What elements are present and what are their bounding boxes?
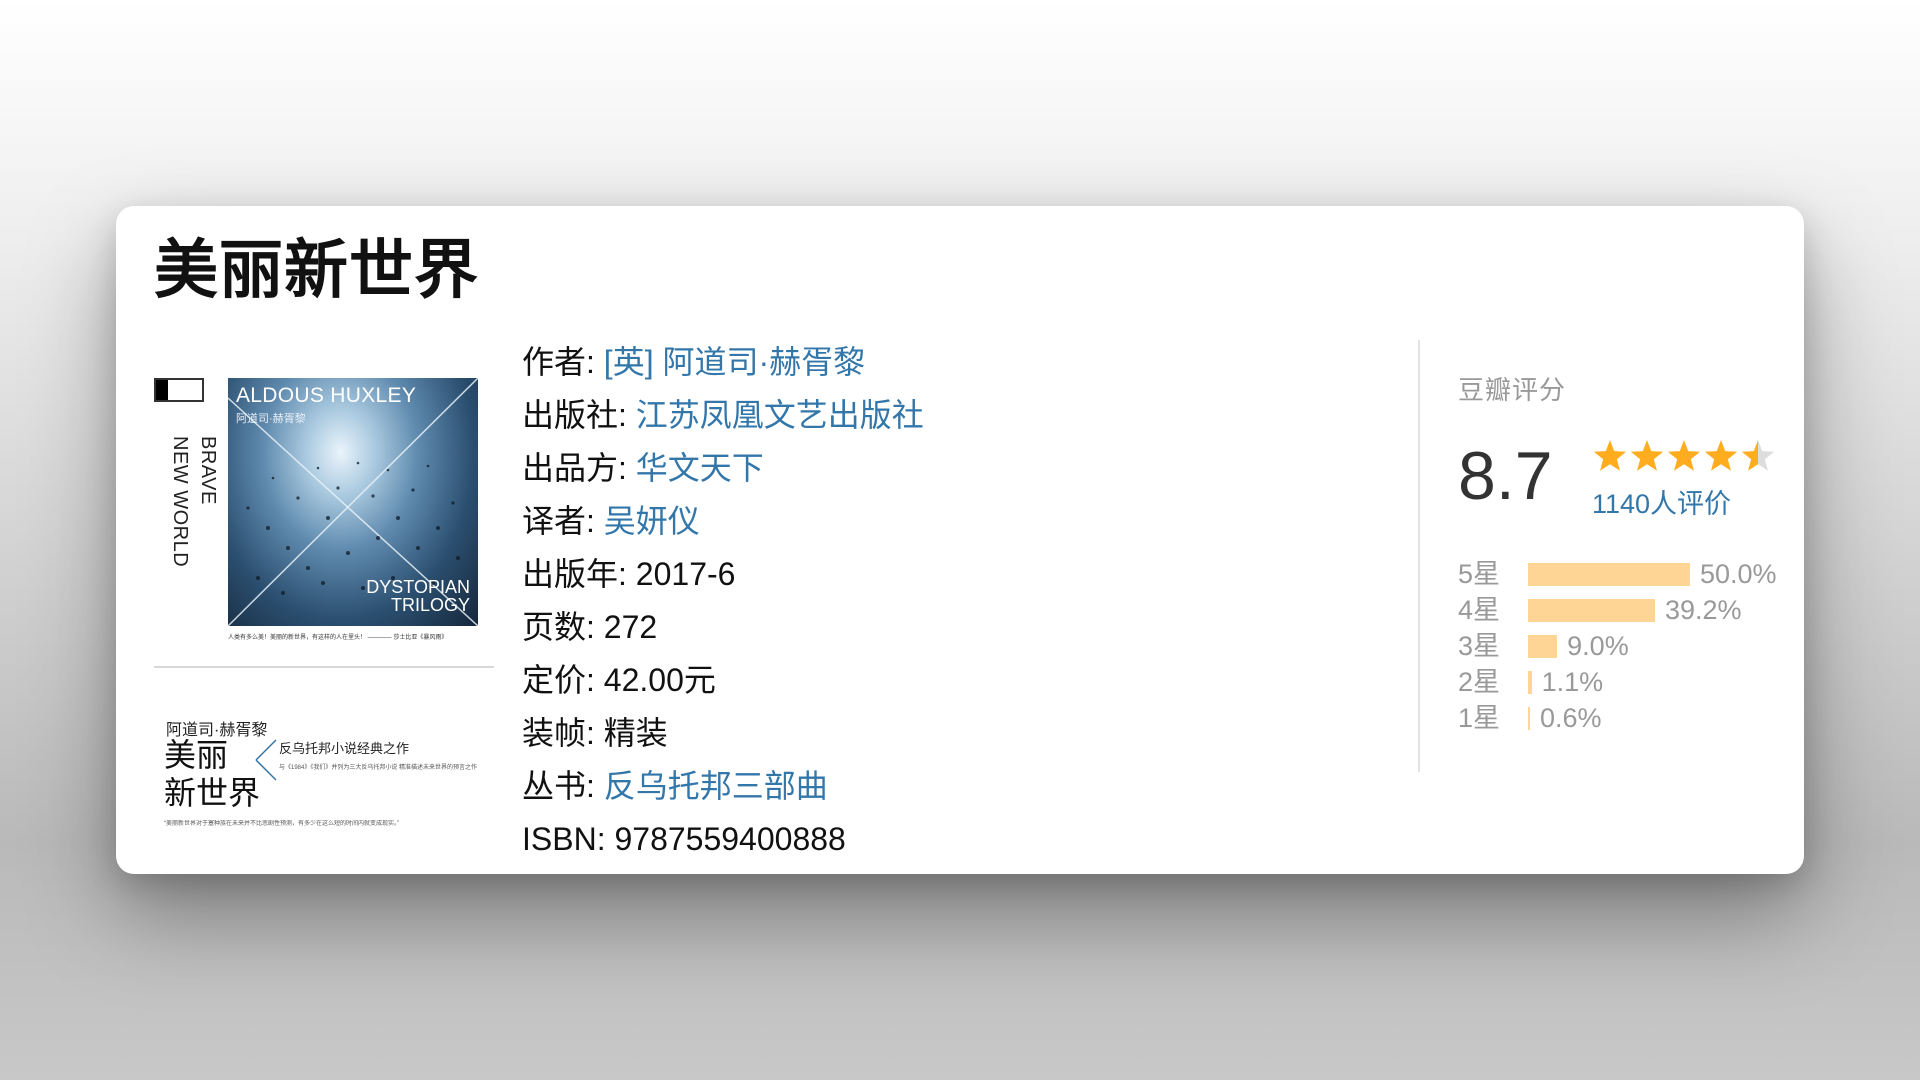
rating-distribution: 5星 50.0% 4星 39.2% 3星 9.0% 2星 1.1% 1星 0.6% — [1458, 556, 1798, 736]
rating-dist-label: 2星 — [1458, 667, 1501, 697]
cover-caption: 人类有多么美！美丽的新世界，有这样的人在里头！ ———— 莎士比亚《暴风雨》 — [228, 635, 448, 641]
rating-dist-bar — [1528, 599, 1655, 622]
info-row: 定价: 42.00元 — [522, 654, 924, 707]
info-value-link[interactable]: 华文天下 — [636, 450, 764, 486]
info-value: 9787559400888 — [614, 821, 846, 857]
rating-dist-percent: 1.1% — [1541, 667, 1604, 697]
rating-dist-bar — [1528, 671, 1532, 694]
info-value-link[interactable]: [英] 阿道司·赫胥黎 — [604, 344, 865, 380]
star-icon — [1630, 440, 1664, 471]
info-value-link[interactable]: 吴妍仪 — [604, 503, 700, 539]
rating-dist-row: 2星 1.1% — [1458, 664, 1798, 700]
back-cover-quote: “美丽新世界对于塞种族在未来并不比悲剧性预测，有多少在这么短的时间内就变成现实。… — [164, 821, 399, 827]
info-label: 页数: — [522, 609, 604, 645]
rating-panel: 豆瓣评分 8.7 1140人评价 5星 50.0% 4星 39.2% 3星 9.0% 2星 1… — [1458, 370, 1788, 733]
rating-dist-bar — [1528, 563, 1690, 586]
vertical-divider — [1418, 340, 1420, 772]
book-cover-image[interactable]: BRAVE NEW WORLD ALDOUS HUXLEY 阿道司·赫胥黎 DY… — [154, 346, 494, 846]
info-row: 装帧: 精装 — [522, 707, 924, 760]
rating-title: 豆瓣评分 — [1458, 375, 1567, 405]
info-label: 译者: — [522, 503, 604, 539]
info-label: 出版社: — [522, 397, 636, 433]
info-row: 页数: 272 — [522, 601, 924, 654]
star-icon — [1741, 440, 1775, 471]
rating-dist-label: 3星 — [1458, 631, 1501, 661]
info-row: 译者: 吴妍仪 — [522, 495, 924, 548]
rating-votes-link[interactable]: 1140人评价 — [1592, 482, 1731, 521]
rating-dist-percent: 9.0% — [1567, 631, 1629, 661]
back-cover-cross-icon — [255, 739, 277, 781]
back-cover-small-text: 与《1984》《我们》并列为三大反乌托邦小说 精准描述未来世界的预言之作 — [279, 765, 478, 771]
info-label: 丛书: — [522, 768, 604, 804]
rating-dist-percent: 39.2% — [1665, 595, 1742, 625]
info-row: 出版年: 2017-6 — [522, 548, 924, 601]
info-value: 2017-6 — [635, 556, 736, 592]
rating-dist-row: 4星 39.2% — [1458, 592, 1798, 628]
info-value-link[interactable]: 反乌托邦三部曲 — [604, 768, 828, 804]
star-icon — [1667, 440, 1701, 471]
cover-spine-text: BRAVE NEW WORLD — [169, 436, 219, 568]
info-row: 出品方: 华文天下 — [522, 442, 924, 495]
info-value: 272 — [603, 609, 658, 645]
rating-dist-percent: 50.0% — [1700, 559, 1777, 589]
info-row: 丛书: 反乌托邦三部曲 — [522, 760, 924, 813]
info-label: 定价: — [522, 662, 604, 698]
info-label: ISBN: — [522, 821, 615, 857]
info-value: 42.00元 — [603, 662, 716, 698]
rating-dist-bar — [1528, 635, 1558, 658]
book-info-list: 作者: [英] 阿道司·赫胥黎 出版社: 江苏凤凰文艺出版社 出品方: 华文天下 译者… — [522, 336, 924, 866]
cover-tag-icon — [154, 378, 204, 402]
rating-dist-row: 3星 9.0% — [1458, 628, 1798, 664]
star-icon — [1704, 440, 1738, 471]
rating-score: 8.7 — [1458, 438, 1553, 514]
cover-divider — [154, 666, 494, 668]
info-row: 作者: [英] 阿道司·赫胥黎 — [522, 336, 924, 389]
info-label: 出版年: — [522, 556, 636, 592]
rating-dist-row: 5星 50.0% — [1458, 556, 1798, 592]
cover-trilogy-text: DYSTOPIAN TRILOGY — [366, 577, 470, 615]
info-label: 作者: — [522, 344, 604, 380]
info-row: 出版社: 江苏凤凰文艺出版社 — [522, 389, 924, 442]
info-value-link[interactable]: 江苏凤凰文艺出版社 — [636, 397, 924, 433]
rating-dist-label: 4星 — [1458, 595, 1501, 625]
info-value: 精装 — [603, 715, 668, 751]
info-row: ISBN: 9787559400888 — [522, 813, 924, 866]
book-title: 美丽新世界 — [154, 234, 479, 306]
back-cover-title: 美丽 新世界 — [164, 737, 261, 811]
rating-dist-row: 1星 0.6% — [1458, 700, 1798, 736]
back-cover-slogan: 反乌托邦小说经典之作 — [279, 741, 410, 756]
rating-stars — [1593, 440, 1775, 471]
rating-dist-label: 5星 — [1458, 559, 1501, 589]
rating-dist-percent: 0.6% — [1539, 703, 1602, 733]
info-label: 出品方: — [522, 450, 636, 486]
book-card: 美丽新世界 BRAVE NEW WORLD ALDOUS HUXLEY 阿道司·… — [116, 206, 1804, 874]
cover-artwork: ALDOUS HUXLEY 阿道司·赫胥黎 DYSTOPIAN TRILOGY — [228, 378, 478, 626]
cover-author-cn: 阿道司·赫胥黎 — [236, 413, 306, 425]
info-label: 装帧: — [522, 715, 604, 751]
star-icon — [1593, 440, 1627, 471]
rating-dist-label: 1星 — [1458, 703, 1501, 733]
cover-author-en: ALDOUS HUXLEY — [236, 384, 417, 407]
rating-dist-bar — [1528, 707, 1530, 730]
